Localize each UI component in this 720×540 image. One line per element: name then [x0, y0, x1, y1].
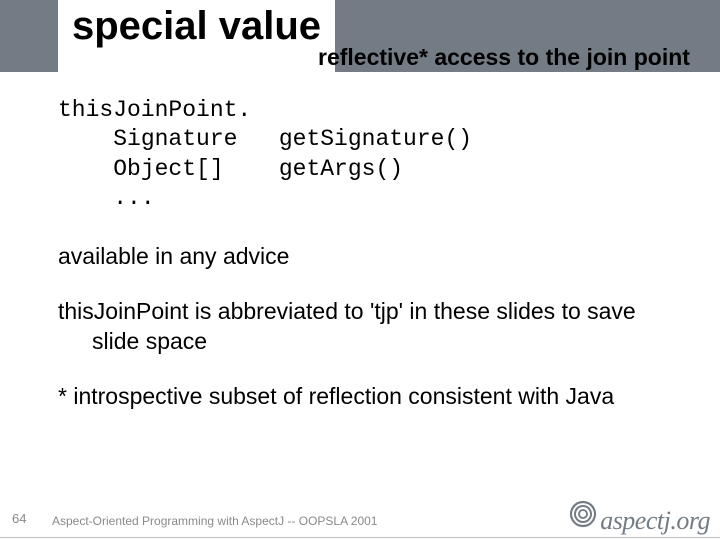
paragraph: available in any advice: [58, 242, 668, 271]
code-line: ...: [58, 185, 155, 211]
paragraph: thisJoinPoint is abbreviated to 'tjp' in…: [58, 297, 668, 356]
slide-subtitle: reflective* access to the join point: [318, 44, 690, 71]
slide-content: thisJoinPoint. Signature getSignature() …: [58, 96, 668, 438]
code-line: thisJoinPoint.: [58, 97, 251, 123]
slide-footer: 64 Aspect-Oriented Programming with Aspe…: [0, 506, 720, 540]
footer-text: Aspect-Oriented Programming with AspectJ…: [52, 514, 377, 528]
footer-rule: [0, 537, 720, 538]
title-box: special value: [58, 0, 335, 72]
swirl-icon: [568, 499, 598, 534]
code-line: Object[] getArgs(): [58, 156, 403, 182]
aspectj-logo: aspectj.org: [568, 499, 710, 536]
logo-text: aspectj.org: [600, 506, 710, 536]
code-line: Signature getSignature(): [58, 126, 472, 152]
slide-number: 64: [12, 511, 26, 526]
paragraph: * introspective subset of reflection con…: [58, 382, 668, 411]
code-block: thisJoinPoint. Signature getSignature() …: [58, 96, 668, 214]
slide-title: special value: [72, 6, 321, 46]
